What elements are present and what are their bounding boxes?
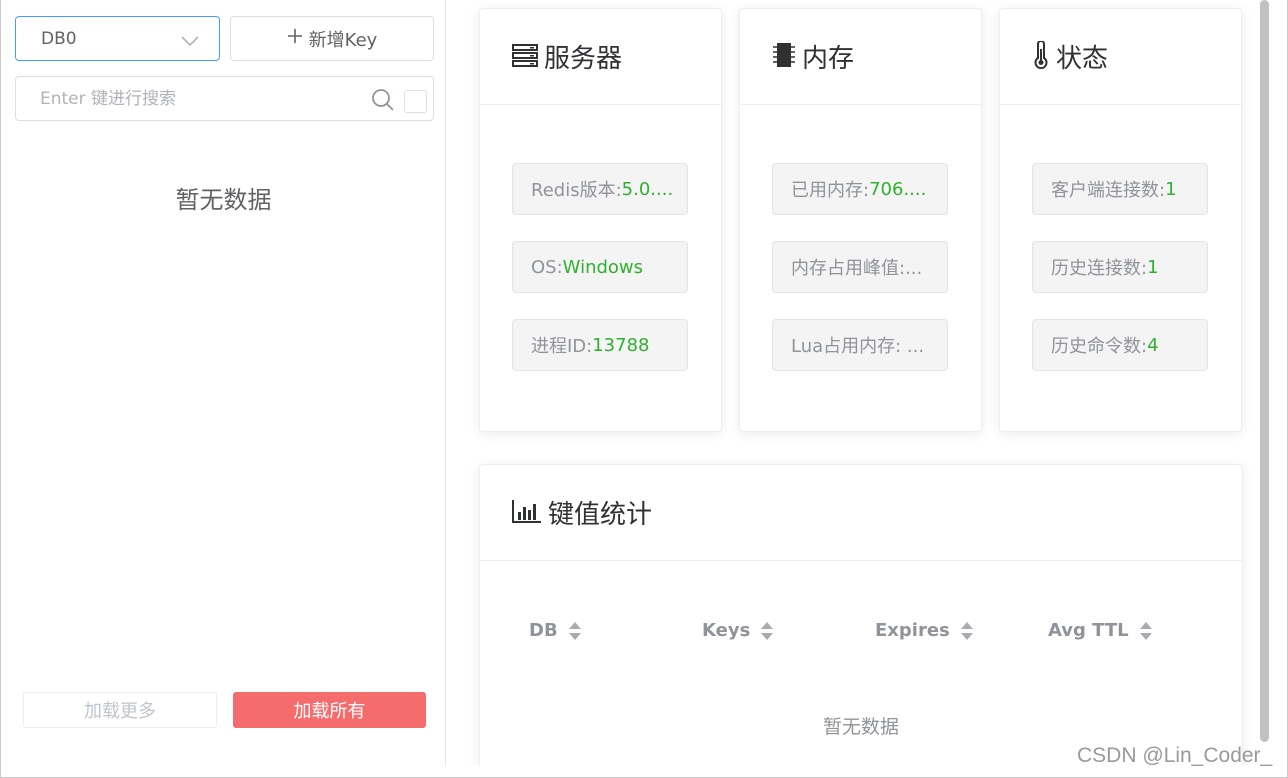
scrollbar-thumb[interactable] <box>1260 0 1269 742</box>
tag-value: Windows <box>562 256 644 278</box>
key-stats-header: 键值统计 <box>480 465 1242 561</box>
scrollbar[interactable] <box>1257 0 1273 742</box>
tag-value: 4 <box>1147 334 1159 356</box>
tag-label: 历史连接数: <box>1051 258 1148 279</box>
db-select[interactable]: DB0 <box>15 16 220 61</box>
server-card-header: 服务器 <box>480 9 721 105</box>
memory-card-header: 内存 <box>740 9 981 105</box>
tag-label: 内存占用峰值:... <box>791 258 923 279</box>
tag-label: 进程ID: <box>531 336 593 357</box>
memory-chip-icon <box>772 42 796 72</box>
server-icon <box>512 43 538 71</box>
search-icon[interactable] <box>371 88 395 116</box>
used-memory-tag: 已用内存: 706.... <box>772 163 948 215</box>
sort-icon[interactable] <box>960 621 974 641</box>
load-all-button[interactable]: 加载所有 <box>233 692 426 728</box>
os-tag: OS: Windows <box>512 241 688 293</box>
tag-value: 706.... <box>869 178 927 200</box>
status-card-title: 状态 <box>1056 44 1109 74</box>
tag-value: 1 <box>1165 178 1177 200</box>
memory-card-title: 内存 <box>802 44 855 74</box>
plus-icon <box>287 28 303 49</box>
lua-memory-tag: Lua占用内存: ... <box>772 319 948 371</box>
tag-value: 5.0.... <box>621 178 674 200</box>
tag-label: 历史命令数: <box>1051 336 1148 357</box>
app-window: DB0 新增Key 暂无数据 加载更多 加载所有 <box>0 0 1288 778</box>
total-connections-tag: 历史连接数: 1 <box>1032 241 1208 293</box>
column-header-expires[interactable]: Expires <box>875 620 974 641</box>
chevron-down-icon <box>181 32 199 51</box>
sort-icon[interactable] <box>760 621 774 641</box>
process-id-tag: 进程ID: 13788 <box>512 319 688 371</box>
total-commands-tag: 历史命令数: 4 <box>1032 319 1208 371</box>
tag-label: OS: <box>531 256 563 278</box>
search-input[interactable] <box>40 87 360 111</box>
column-label: Expires <box>875 620 950 641</box>
tag-value: 1 <box>1147 256 1159 278</box>
add-key-button[interactable]: 新增Key <box>230 16 434 61</box>
column-header-avg-ttl[interactable]: Avg TTL <box>1048 620 1153 641</box>
bar-chart-icon <box>512 499 542 527</box>
key-list-panel: DB0 新增Key 暂无数据 加载更多 加载所有 <box>1 0 446 765</box>
tag-label: Lua占用内存: ... <box>791 336 925 357</box>
key-stats-title: 键值统计 <box>548 500 653 530</box>
memory-card: 内存 已用内存: 706.... 内存占用峰值:... Lua占用内存: ... <box>739 8 982 432</box>
tag-label: 客户端连接数: <box>1051 180 1166 201</box>
tag-label: Redis版本: <box>531 180 622 201</box>
client-connections-tag: 客户端连接数: 1 <box>1032 163 1208 215</box>
redis-version-tag: Redis版本: 5.0.... <box>512 163 688 215</box>
empty-key-list-text: 暂无数据 <box>175 186 272 214</box>
load-more-button[interactable]: 加载更多 <box>23 692 217 728</box>
db-select-value: DB0 <box>41 29 77 49</box>
exact-search-checkbox[interactable] <box>404 90 427 113</box>
status-card: 状态 客户端连接数: 1 历史连接数: 1 历史命令数: 4 <box>999 8 1242 432</box>
thermometer-icon <box>1032 39 1050 73</box>
server-card-title: 服务器 <box>544 44 623 74</box>
column-label: Keys <box>702 620 751 641</box>
column-header-db[interactable]: DB <box>529 620 582 641</box>
sort-icon[interactable] <box>568 621 582 641</box>
tag-label: 已用内存: <box>791 180 870 201</box>
column-label: DB <box>529 620 558 641</box>
empty-table-text: 暂无数据 <box>822 716 899 738</box>
status-card-header: 状态 <box>1000 9 1241 105</box>
peak-memory-tag: 内存占用峰值:... <box>772 241 948 293</box>
tag-value: 13788 <box>592 334 650 356</box>
server-card: 服务器 Redis版本: 5.0.... OS: Windows 进程ID: 1… <box>479 8 722 432</box>
search-box <box>15 76 434 121</box>
watermark: CSDN @Lin_Coder_ <box>1077 744 1273 767</box>
sort-icon[interactable] <box>1139 621 1153 641</box>
status-panel: 服务器 Redis版本: 5.0.... OS: Windows 进程ID: 1… <box>447 0 1257 765</box>
column-header-keys[interactable]: Keys <box>702 620 774 641</box>
add-key-label: 新增Key <box>308 29 378 51</box>
column-label: Avg TTL <box>1048 620 1129 641</box>
